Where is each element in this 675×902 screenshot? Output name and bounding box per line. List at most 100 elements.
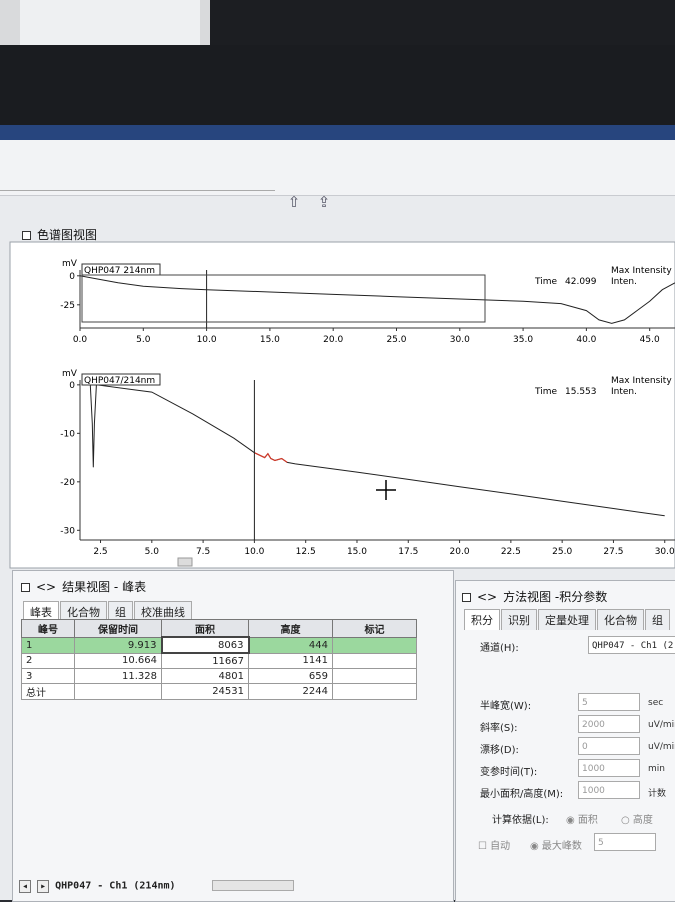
method-panel: <>方法视图 -积分参数 积分识别定量处理化合物组 通道(H): QHP047 … [455,580,675,902]
radio-label: 面积 [578,815,598,826]
panel-toggle-icon[interactable] [21,583,30,592]
max-peaks-input[interactable]: 5 [594,833,656,851]
x-tick-label: 27.5 [603,547,623,557]
panel-toggle-icon[interactable] [22,231,31,240]
table-row[interactable]: 2 10.664 11667 1141 [22,653,417,669]
channel-label: 通道(H): [480,639,519,654]
x-tick-label: 35.0 [513,335,533,345]
x-tick-label: 40.0 [576,335,596,345]
panel-toggle-icon[interactable] [462,593,471,602]
tab-next-icon[interactable]: ▸ [37,880,49,893]
y-unit-label: mV [62,369,78,379]
max-peaks-radio[interactable]: ◉ 最大峰数 [530,837,582,852]
tab-integration[interactable]: 积分 [464,609,500,630]
x-tick-label: 5.0 [136,335,151,345]
results-panel: <>结果视图 - 峰表 峰表化合物组校准曲线 峰号 保留时间 面积 高度 标记 … [12,570,454,902]
x-tick-label: 17.5 [398,547,418,557]
cell-area: 24531 [162,684,249,700]
unit-label: sec [648,698,663,708]
y-tick-label: 0 [69,272,75,282]
inten-label: Inten. [611,277,637,287]
tab-prev-icon[interactable]: ◂ [19,880,31,893]
time-value: 42.099 [565,277,597,287]
time-value: 15.553 [565,387,597,397]
x-tick-label: 30.0 [450,335,470,345]
x-tick-label: 0.0 [73,335,88,345]
tab-groups[interactable]: 组 [645,609,670,630]
tab-compounds[interactable]: 化合物 [597,609,644,630]
unit-label: min [648,764,665,774]
x-tick-label: 22.5 [501,547,521,557]
x-tick-label: 15.0 [347,547,367,557]
x-tick-label: 25.0 [552,547,572,557]
y-unit-label: mV [62,259,78,269]
cell-rt: 11.328 [75,669,162,684]
cell-rt [75,684,162,700]
cell-mark [333,684,417,700]
chromatogram-view[interactable]: mV0-250.05.010.015.020.025.030.035.040.0… [0,240,675,570]
horizontal-scrollbar[interactable] [212,880,294,891]
calc-area-radio[interactable]: ◉ 面积 [566,811,598,826]
col-area[interactable]: 面积 [162,620,249,638]
max-intensity-label: Max Intensity [611,266,672,276]
unit-label: uV/min [648,720,675,730]
app-window: ⇧ ⇪ 色谱图视图 mV0-250.05.010.015.020.025.030… [0,140,675,900]
auto-checkbox[interactable]: ☐ 自动 [478,837,510,852]
t-dbl-input[interactable]: 1000 [578,759,640,777]
y-tick-label: 0 [69,381,75,391]
cell-height: 444 [249,637,333,653]
cell-area: 11667 [162,653,249,669]
x-tick-label: 25.0 [386,335,406,345]
field-label: 半峰宽(W): [480,697,531,712]
x-tick-label: 12.5 [296,547,316,557]
x-tick-label: 20.0 [323,335,343,345]
y-tick-label: -25 [60,301,75,311]
half-width-input[interactable]: 5 [578,693,640,711]
cell-peak-no: 3 [22,669,75,684]
toolbar [0,140,675,196]
peak-table: 峰号 保留时间 面积 高度 标记 1 9.913 8063 444 2 10.6… [21,619,417,700]
cell-mark [333,637,417,653]
cell-mark [333,653,417,669]
cell-height: 1141 [249,653,333,669]
integrate-all-icon[interactable]: ⇪ [315,193,333,211]
cell-height: 659 [249,669,333,684]
max-intensity-label: Max Intensity [611,376,672,386]
drift-input[interactable]: 0 [578,737,640,755]
checkbox-label: 自动 [490,841,510,852]
chart-scroll-thumb [178,558,192,566]
data-file-tab[interactable]: QHP047 - Ch1 (214nm) [55,881,175,892]
field-label: 最小面积/高度(M): [480,785,563,800]
trace-label: QHP047/214nm [84,376,155,386]
tab-quantitation[interactable]: 定量处理 [538,609,596,630]
cell-area: 4801 [162,669,249,684]
toolbar-divider [0,190,275,191]
col-mark[interactable]: 标记 [333,620,417,638]
x-tick-label: 45.0 [640,335,660,345]
min-area-input[interactable]: 1000 [578,781,640,799]
table-row[interactable]: 1 9.913 8063 444 [22,637,417,653]
cell-peak-no: 总计 [22,684,75,700]
calc-height-radio[interactable]: ○ 高度 [621,811,653,826]
tab-identification[interactable]: 识别 [501,609,537,630]
col-height[interactable]: 高度 [249,620,333,638]
calc-basis-label: 计算依据(L): [492,811,549,826]
cell-area: 8063 [162,637,249,653]
method-tabs: 积分识别定量处理化合物组 [464,609,671,630]
integrate-icon[interactable]: ⇧ [285,193,303,211]
cell-mark [333,669,417,684]
time-label: Time [534,387,557,397]
table-row-total[interactable]: 总计 24531 2244 [22,684,417,700]
radio-label: 高度 [633,815,653,826]
channel-select[interactable]: QHP047 - Ch1 (2 [588,636,675,654]
cell-rt: 10.664 [75,653,162,669]
x-tick-label: 15.0 [260,335,280,345]
slope-input[interactable]: 2000 [578,715,640,733]
table-row[interactable]: 3 11.328 4801 659 [22,669,417,684]
monitor-bezel [0,45,675,135]
col-peak-no[interactable]: 峰号 [22,620,75,638]
cell-peak-no: 2 [22,653,75,669]
col-retention-time[interactable]: 保留时间 [75,620,162,638]
cell-rt: 9.913 [75,637,162,653]
x-tick-label: 30.0 [655,547,675,557]
